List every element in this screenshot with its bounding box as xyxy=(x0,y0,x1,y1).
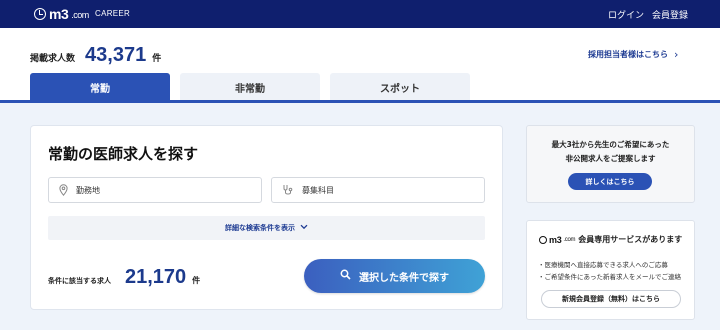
listing-count-label: 掲載求人数 xyxy=(30,54,76,64)
promo-details-button[interactable]: 詳しくはこちら xyxy=(568,173,652,190)
tab-parttime[interactable]: 非常勤 xyxy=(180,73,320,101)
match-count: 条件に該当する求人 21,170 件 xyxy=(48,266,200,289)
location-pin-icon xyxy=(59,184,68,196)
clock-icon xyxy=(539,235,547,244)
match-count-value: 21,170 xyxy=(125,266,187,288)
recruiter-link-label: 採用担当者様はこちら xyxy=(588,50,668,59)
top-nav-bar: m3 .com CAREER ログイン 会員登録 xyxy=(0,0,720,28)
search-title: 常勤の医師求人を探す xyxy=(48,145,199,163)
search-card: 常勤の医師求人を探す 勤務地 募集科目 詳細な検索条件を表示 条件に該当する求人… xyxy=(30,125,503,310)
chevron-right-icon: › xyxy=(674,48,679,61)
search-icon xyxy=(340,269,351,283)
location-field[interactable]: 勤務地 xyxy=(48,177,262,203)
logo-domain: .com xyxy=(71,10,89,20)
logo-text: m3 xyxy=(49,6,69,22)
member-service-box: m3 .com 会員専用サービスがあります ・医療機関へ直接応募できる求人へのご… xyxy=(526,220,695,320)
listing-count-unit: 件 xyxy=(152,54,162,64)
member-bullet-2: ・ご希望条件にあった新着求人をメールでご連絡 xyxy=(538,273,681,281)
chevron-down-icon xyxy=(300,224,308,232)
register-link[interactable]: 会員登録 xyxy=(652,8,688,21)
specialty-placeholder: 募集科目 xyxy=(302,185,334,195)
search-submit-button[interactable]: 選択した条件で探す xyxy=(304,259,485,293)
m3-logo[interactable]: m3 .com xyxy=(34,6,89,22)
recruiter-link[interactable]: 採用担当者様はこちら › xyxy=(588,48,678,61)
login-link[interactable]: ログイン xyxy=(608,8,644,21)
member-logo-domain: .com xyxy=(563,236,576,243)
member-service-title: 会員専用サービスがあります xyxy=(578,235,683,244)
detail-toggle-label: 詳細な検索条件を表示 xyxy=(225,224,295,232)
promo-line-2: 非公開求人をご提案します xyxy=(565,154,656,163)
tab-fulltime[interactable]: 常勤 xyxy=(30,73,170,101)
career-label: CAREER xyxy=(95,9,131,18)
m3-mini-logo: m3 .com xyxy=(539,234,576,245)
new-member-register-button[interactable]: 新規会員登録（無料）はこちら xyxy=(541,290,681,308)
tab-spot[interactable]: スポット xyxy=(330,73,470,101)
listing-count-value: 43,371 xyxy=(85,44,147,66)
promo-line-1: 最大3社から先生のご希望にあった xyxy=(551,140,670,149)
listing-count: 掲載求人数 43,371 件 xyxy=(30,44,161,67)
location-placeholder: 勤務地 xyxy=(76,185,100,195)
match-count-label: 条件に該当する求人 xyxy=(48,277,111,285)
search-submit-label: 選択した条件で探す xyxy=(359,272,449,284)
detail-conditions-toggle[interactable]: 詳細な検索条件を表示 xyxy=(48,216,485,240)
private-jobs-promo: 最大3社から先生のご希望にあった 非公開求人をご提案します 詳しくはこちら xyxy=(526,125,695,203)
stethoscope-icon xyxy=(282,184,294,196)
match-count-unit: 件 xyxy=(192,276,201,285)
clock-icon xyxy=(34,8,46,20)
specialty-field[interactable]: 募集科目 xyxy=(271,177,485,203)
member-logo-text: m3 xyxy=(549,234,562,245)
employment-type-tabs: 常勤 非常勤 スポット xyxy=(0,73,720,102)
member-bullet-1: ・医療機関へ直接応募できる求人へのご応募 xyxy=(538,261,668,269)
